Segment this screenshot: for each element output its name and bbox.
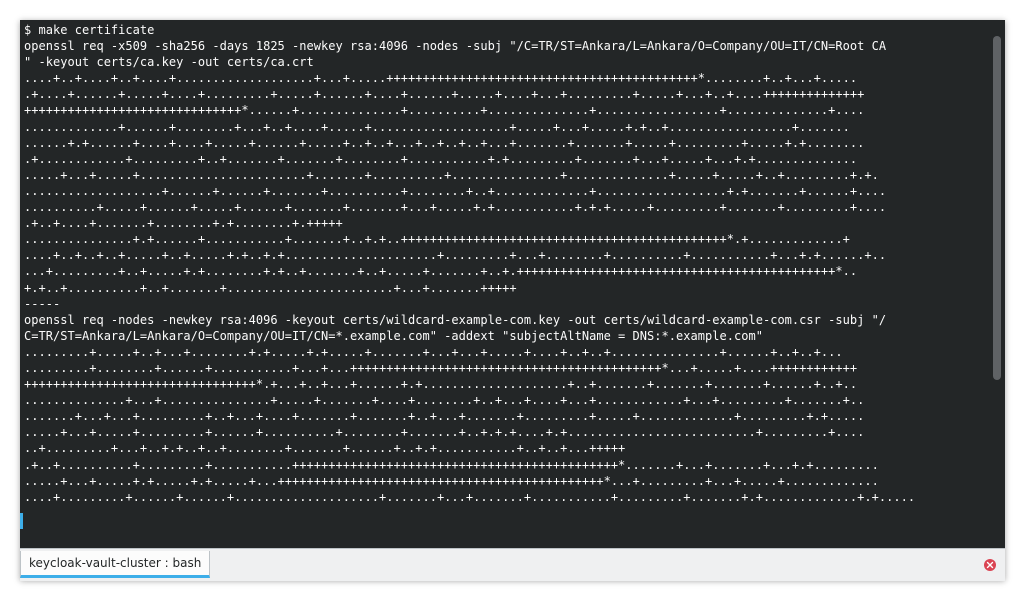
terminal-scrollbar[interactable] [993,36,1001,380]
terminal-line: ----- [24,296,61,311]
terminal-line: ....+.........+......+......+...........… [24,489,916,504]
terminal-line: ......+.+......+....+....+.....+......+.… [24,135,865,150]
konsole-window: $ make certificate openssl req -x509 -sha… [20,20,1005,581]
terminal-output[interactable]: $ make certificate openssl req -x509 -sha… [24,22,983,505]
terminal-line: ..............+...+...............+.....… [24,393,865,408]
terminal-line: " -keyout certs/ca.key -out certs/ca.crt [24,55,314,70]
terminal-line: ....+..+....+..+....+...................… [24,71,858,86]
terminal-line: ...............+.+......+...........+...… [24,232,850,247]
terminal-line: ++++++++++++++++++++++++++++++++*.+...+.… [24,377,858,392]
terminal-line: ...................+......+......+......… [24,183,887,198]
terminal-line: .....+...+.....+.........+......+.......… [24,425,865,440]
terminal-line: ..+.........+...+..+.+..+..+........+...… [24,441,626,456]
terminal-line: .....+...+.....+.+.....+.+.....+...+++++… [24,473,879,488]
terminal-line: $ make certificate [24,23,155,37]
terminal-line: .+..+..........+.........+...........+++… [24,457,879,472]
close-icon [986,561,994,569]
terminal-view[interactable]: $ make certificate openssl req -x509 -sha… [20,20,1005,548]
terminal-line: openssl req -nodes -newkey rsa:4096 -key… [24,312,887,327]
terminal-line: .....+...+.....+.......................+… [24,167,879,182]
terminal-line: C=TR/ST=Ankara/L=Ankara/O=Company/OU=IT/… [24,328,763,343]
terminal-line: ....+..+..+..+.....+..+.....+.+..+.+....… [24,248,887,263]
terminal-line: +.+..+..........+..+.......+............… [24,280,517,295]
tab-label: keycloak-vault-cluster : bash [29,556,202,570]
line-marker [20,513,23,529]
terminal-line: .+............+.........+..+.......+....… [24,151,858,166]
terminal-line: ...+.........+..+.....+.+........+.+..+.… [24,264,858,279]
tab-bash[interactable]: keycloak-vault-cluster : bash [20,551,211,578]
terminal-line: ++++++++++++++++++++++++++++++*......+..… [24,103,865,118]
terminal-line: .......+...+...+.........+..+...+....+..… [24,409,865,424]
terminal-line: .............+......+........+...+..+...… [24,119,850,134]
terminal-line: .+....+......+.....+....+.........+.....… [24,87,865,102]
terminal-line: ..........+.....+......+.....+......+...… [24,200,887,215]
terminal-line: .........+........+......+...........+..… [24,360,858,375]
close-tab-button[interactable] [984,559,996,571]
terminal-line: openssl req -x509 -sha256 -days 1825 -ne… [24,39,887,54]
tab-bar: keycloak-vault-cluster : bash [20,548,1005,581]
terminal-line: .+..+....+.......+........+.+........+.+… [24,216,343,231]
terminal-line: .........+.....+..+...+........+.+.....+… [24,344,843,359]
